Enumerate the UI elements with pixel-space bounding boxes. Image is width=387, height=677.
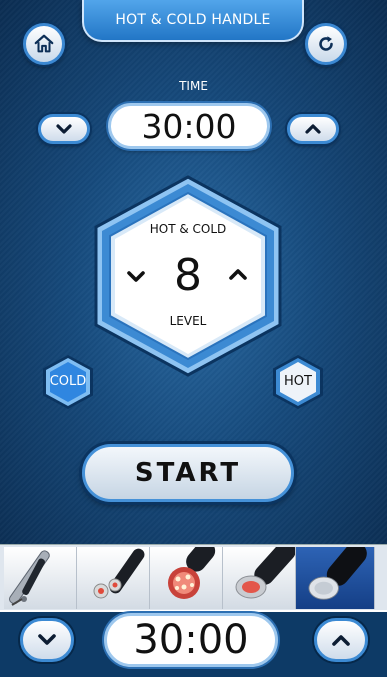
hot-mode-label: HOT xyxy=(284,374,312,389)
time-display: 30:00 xyxy=(108,103,270,149)
reset-button[interactable] xyxy=(305,23,347,65)
handle-thumb-multi-led[interactable] xyxy=(150,547,223,609)
zoom-time-increase-button[interactable] xyxy=(314,618,368,662)
home-button[interactable] xyxy=(23,23,65,65)
chevron-down-icon xyxy=(37,633,57,647)
time-label: TIME xyxy=(179,79,208,93)
chevron-up-icon xyxy=(229,268,247,281)
level-value: 8 xyxy=(174,250,202,301)
chevron-down-icon xyxy=(56,123,72,135)
zoom-time-decrease-button[interactable] xyxy=(20,618,74,662)
handle-thumb-red-round[interactable] xyxy=(223,547,296,609)
start-button[interactable]: START xyxy=(82,444,294,502)
chevron-down-icon xyxy=(127,270,145,283)
chevron-up-icon xyxy=(331,633,351,647)
refresh-icon xyxy=(315,33,337,55)
level-label: LEVEL xyxy=(169,314,207,328)
chevron-up-icon xyxy=(305,123,321,135)
zoom-time-display: 30:00 xyxy=(104,613,278,667)
handle-thumb-red-light-dual[interactable] xyxy=(77,547,150,609)
cold-mode-label: COLD xyxy=(49,374,87,389)
level-increase-button[interactable] xyxy=(226,264,250,284)
level-decrease-button[interactable] xyxy=(124,266,148,286)
handle-thumb-hot-cold[interactable] xyxy=(296,547,375,609)
device-screen: HOT & COLD HANDLE TIME 30:00 HOT & COLD … xyxy=(0,0,387,677)
time-increase-button[interactable] xyxy=(287,114,339,144)
level-title: HOT & COLD xyxy=(149,222,227,236)
time-decrease-button[interactable] xyxy=(38,114,90,144)
home-icon xyxy=(33,33,55,55)
handle-thumb-probe[interactable] xyxy=(4,547,77,609)
page-title: HOT & COLD HANDLE xyxy=(115,12,271,28)
handle-selector xyxy=(0,544,387,610)
